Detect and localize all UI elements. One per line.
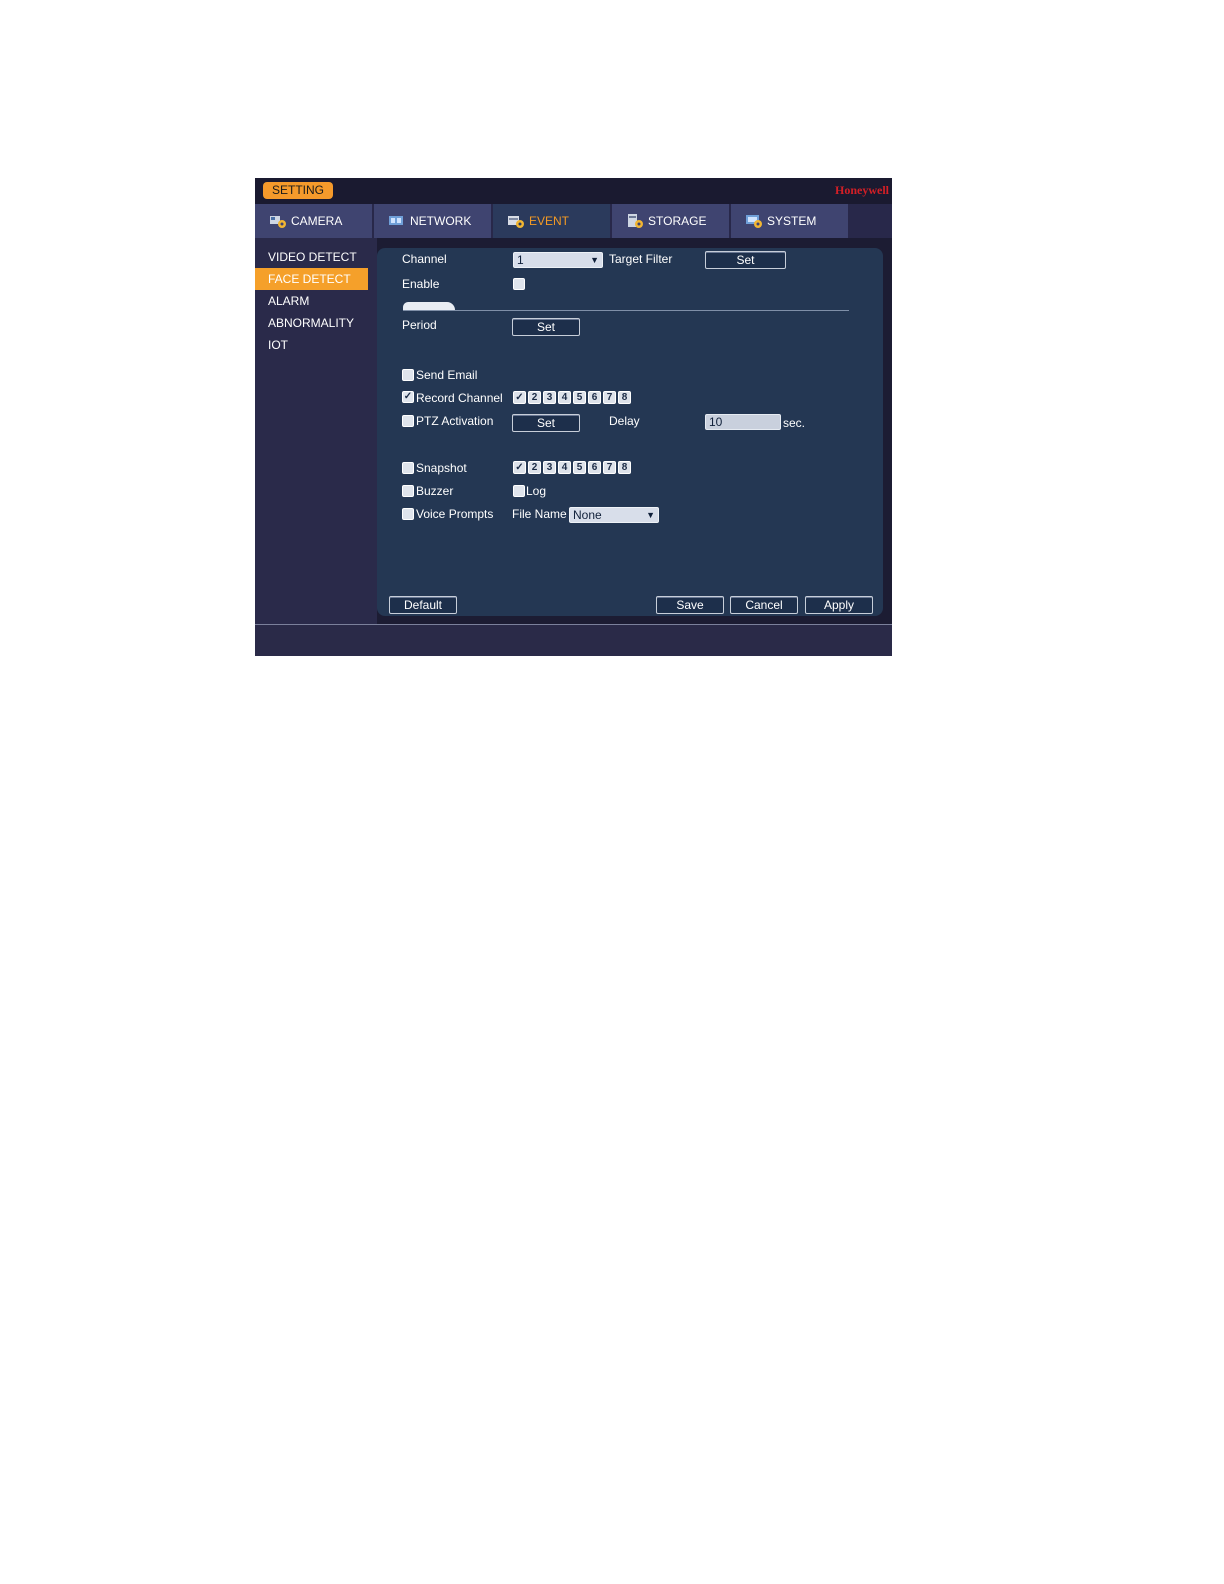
network-gear-icon xyxy=(389,216,403,225)
delay-input[interactable]: 10 xyxy=(705,414,781,430)
send-email-label: Send Email xyxy=(416,368,478,382)
event-sidebar: VIDEO DETECT FACE DETECT ALARM ABNORMALI… xyxy=(255,238,377,624)
delay-label: Delay xyxy=(609,414,640,428)
channel-label: Channel xyxy=(402,252,447,266)
enable-checkbox[interactable] xyxy=(513,278,525,290)
ptz-set-button[interactable]: Set xyxy=(512,414,580,432)
file-name-select-value: None xyxy=(573,508,602,522)
main-tabs: CAMERA NETWORK EVENT STORAGE SYSTEM xyxy=(255,204,892,238)
section-divider xyxy=(403,310,849,311)
apply-button[interactable]: Apply xyxy=(805,596,873,614)
channel-select-value: 1 xyxy=(517,253,524,267)
bottom-status-bar xyxy=(255,624,892,656)
snapshot-channel-5[interactable]: 5 xyxy=(573,461,586,474)
period-label: Period xyxy=(402,318,437,332)
tab-event-label: EVENT xyxy=(529,214,570,228)
record-channel-6[interactable]: 6 xyxy=(588,391,601,404)
snapshot-channel-6[interactable]: 6 xyxy=(588,461,601,474)
sidebar-item-iot[interactable]: IOT xyxy=(255,334,368,356)
snapshot-channel-4[interactable]: 4 xyxy=(558,461,571,474)
default-button[interactable]: Default xyxy=(389,596,457,614)
sidebar-item-alarm[interactable]: ALARM xyxy=(255,290,368,312)
cancel-button[interactable]: Cancel xyxy=(730,596,798,614)
chevron-down-icon: ▼ xyxy=(646,510,655,520)
tab-network-label: NETWORK xyxy=(410,214,472,228)
setting-button[interactable]: SETTING xyxy=(263,182,333,199)
record-channel-7[interactable]: 7 xyxy=(603,391,616,404)
section-tab[interactable] xyxy=(403,302,455,310)
record-channel-checkbox[interactable]: ✓ xyxy=(402,391,414,403)
tab-camera[interactable]: CAMERA xyxy=(255,204,372,238)
record-channel-2[interactable]: 2 xyxy=(528,391,541,404)
storage-gear-icon xyxy=(628,214,643,228)
record-channel-4[interactable]: 4 xyxy=(558,391,571,404)
tab-storage[interactable]: STORAGE xyxy=(612,204,729,238)
snapshot-channel-selector: ✓ 2 3 4 5 6 7 8 xyxy=(513,461,631,474)
voice-prompts-label: Voice Prompts xyxy=(416,507,494,521)
tab-event[interactable]: EVENT xyxy=(493,204,610,238)
record-channel-8[interactable]: 8 xyxy=(618,391,631,404)
delay-unit: sec. xyxy=(783,416,806,430)
enable-label: Enable xyxy=(402,277,440,291)
record-channel-3[interactable]: 3 xyxy=(543,391,556,404)
buzzer-label: Buzzer xyxy=(416,484,454,498)
snapshot-channel-2[interactable]: 2 xyxy=(528,461,541,474)
sidebar-item-abnormality[interactable]: ABNORMALITY xyxy=(255,312,368,334)
tab-system[interactable]: SYSTEM xyxy=(731,204,848,238)
log-label: Log xyxy=(526,484,547,498)
log-checkbox[interactable] xyxy=(513,485,525,497)
tab-network[interactable]: NETWORK xyxy=(374,204,491,238)
sidebar-item-video-detect[interactable]: VIDEO DETECT xyxy=(255,246,368,268)
record-channel-label: Record Channel xyxy=(416,391,503,405)
target-filter-set-button[interactable]: Set xyxy=(705,251,786,269)
snapshot-channel-3[interactable]: 3 xyxy=(543,461,556,474)
ptz-activation-checkbox[interactable] xyxy=(402,415,414,427)
channel-select[interactable]: 1 ▼ xyxy=(513,252,603,268)
target-filter-label: Target Filter xyxy=(609,252,673,266)
top-bar: SETTING Honeywell xyxy=(255,178,892,204)
brand-logo: Honeywell xyxy=(835,183,889,197)
event-gear-icon xyxy=(508,216,524,228)
tab-system-label: SYSTEM xyxy=(767,214,817,228)
period-set-button[interactable]: Set xyxy=(512,318,580,336)
snapshot-channel-8[interactable]: 8 xyxy=(618,461,631,474)
send-email-checkbox[interactable] xyxy=(402,369,414,381)
face-detect-panel xyxy=(377,248,883,616)
tab-camera-label: CAMERA xyxy=(291,214,343,228)
chevron-down-icon: ▼ xyxy=(590,255,599,265)
voice-prompts-checkbox[interactable] xyxy=(402,508,414,520)
buzzer-checkbox[interactable] xyxy=(402,485,414,497)
record-channel-1[interactable]: ✓ xyxy=(513,391,526,404)
record-channel-5[interactable]: 5 xyxy=(573,391,586,404)
file-name-select[interactable]: None ▼ xyxy=(569,507,659,523)
file-name-label: File Name xyxy=(512,507,567,521)
snapshot-label: Snapshot xyxy=(416,461,467,475)
record-channel-selector: ✓ 2 3 4 5 6 7 8 xyxy=(513,391,631,404)
save-button[interactable]: Save xyxy=(656,596,724,614)
ptz-activation-label: PTZ Activation xyxy=(416,414,494,428)
snapshot-channel-1[interactable]: ✓ xyxy=(513,461,526,474)
dvr-setting-window: SETTING Honeywell CAMERA NETWORK EVENT S… xyxy=(255,178,892,656)
system-gear-icon xyxy=(746,215,762,228)
camera-gear-icon xyxy=(270,216,286,228)
sidebar-item-face-detect[interactable]: FACE DETECT xyxy=(255,268,368,290)
snapshot-channel-7[interactable]: 7 xyxy=(603,461,616,474)
tab-storage-label: STORAGE xyxy=(648,214,707,228)
snapshot-checkbox[interactable] xyxy=(402,462,414,474)
